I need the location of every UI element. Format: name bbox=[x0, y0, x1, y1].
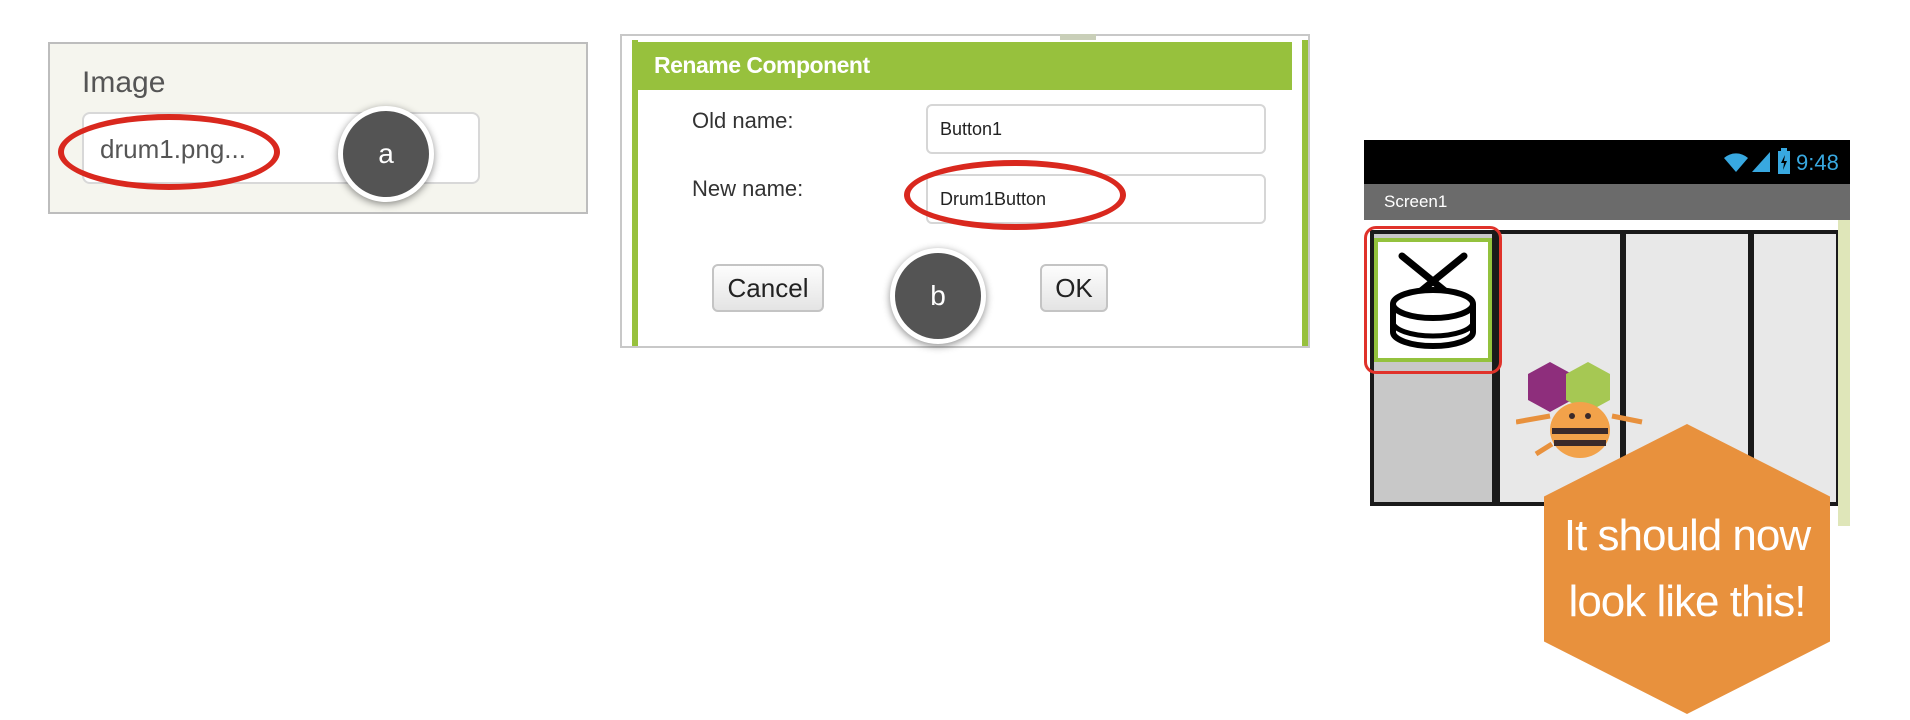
wifi-icon bbox=[1724, 153, 1748, 172]
image-property-label: Image bbox=[82, 66, 166, 99]
app-inventor-bee-icon bbox=[1516, 362, 1643, 458]
signal-icon bbox=[1752, 152, 1770, 172]
hint-line-1: It should now bbox=[1563, 511, 1811, 560]
old-name-input[interactable] bbox=[926, 104, 1266, 154]
callout-bubble-a: a bbox=[338, 106, 434, 202]
cancel-button[interactable]: Cancel bbox=[712, 264, 824, 312]
highlight-oval-new-name bbox=[904, 160, 1126, 230]
highlight-oval-image bbox=[58, 114, 280, 190]
dialog-title: Rename Component bbox=[654, 52, 870, 78]
status-time: 9:48 bbox=[1796, 150, 1839, 175]
drum-button-highlight bbox=[1364, 226, 1502, 374]
hint-line-2: look like this! bbox=[1568, 577, 1807, 626]
callout-bubble-b: b bbox=[890, 248, 986, 344]
new-name-label: New name: bbox=[692, 176, 804, 201]
old-name-label: Old name: bbox=[692, 108, 794, 133]
scroll-strip bbox=[1838, 220, 1850, 526]
battery-icon bbox=[1778, 148, 1790, 174]
ok-button[interactable]: OK bbox=[1040, 264, 1108, 312]
screen-title: Screen1 bbox=[1384, 192, 1448, 211]
